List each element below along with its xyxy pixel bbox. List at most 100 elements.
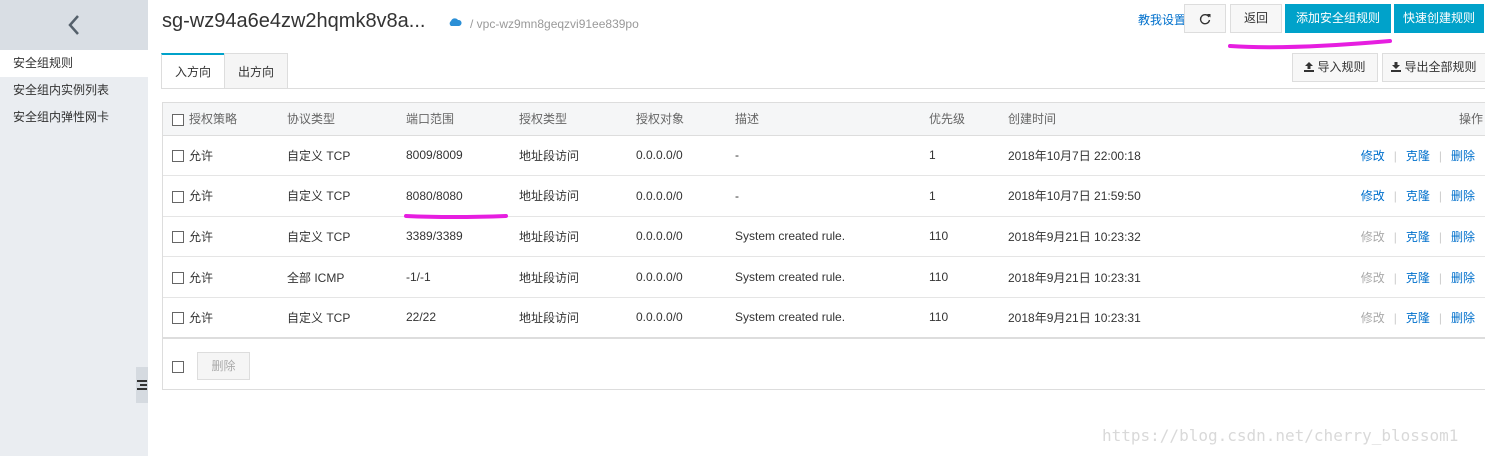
delete-link[interactable]: 删除	[1451, 149, 1475, 163]
sidebar-item-instances[interactable]: 安全组内实例列表	[0, 77, 148, 104]
cell-protocol: 自定义 TCP	[287, 175, 406, 217]
sidebar: 安全组规则 安全组内实例列表 安全组内弹性网卡	[0, 0, 148, 456]
export-rules-label: 导出全部规则	[1404, 60, 1477, 74]
quick-create-button[interactable]: 快速创建规则	[1394, 4, 1484, 33]
cell-actions: 修改 | 克隆 | 删除	[1238, 256, 1485, 298]
col-object: 授权对象	[636, 103, 735, 136]
cell-priority: 110	[929, 256, 1008, 298]
cell-protocol: 自定义 TCP	[287, 216, 406, 258]
cell-priority: 1	[929, 135, 1008, 177]
cell-desc: System created rule.	[735, 216, 929, 258]
cell-auth-type: 地址段访问	[519, 297, 636, 339]
bulk-select-checkbox[interactable]	[172, 361, 184, 373]
vpc-id[interactable]: / vpc-wz9mn8geqzvi91ee839po	[470, 17, 639, 31]
table-row: 允许 自定义 TCP 8009/8009 地址段访问 0.0.0.0/0 - 1…	[163, 135, 1485, 177]
edit-link-disabled: 修改	[1360, 270, 1385, 285]
help-link[interactable]: 教我设置	[1138, 11, 1186, 28]
row-checkbox[interactable]	[172, 271, 184, 284]
menu-collapse-icon	[137, 380, 147, 390]
col-policy: 授权策略	[189, 103, 287, 136]
cell-priority: 1	[929, 175, 1008, 217]
cell-object: 0.0.0.0/0	[636, 135, 735, 177]
row-checkbox[interactable]	[172, 190, 184, 203]
cell-actions: 修改 | 克隆 | 删除	[1238, 175, 1485, 217]
col-actions: 操作	[1238, 103, 1485, 136]
col-auth-type: 授权类型	[519, 103, 636, 136]
cell-created: 2018年9月21日 10:23:31	[1008, 297, 1238, 339]
cell-policy: 允许	[189, 256, 287, 298]
cell-protocol: 全部 ICMP	[287, 256, 406, 298]
add-rule-button[interactable]: 添加安全组规则	[1285, 4, 1391, 33]
cell-protocol: 自定义 TCP	[287, 135, 406, 177]
download-icon	[1391, 61, 1402, 72]
refresh-icon	[1199, 13, 1211, 24]
cell-object: 0.0.0.0/0	[636, 256, 735, 298]
sidebar-item-rules[interactable]: 安全组规则	[0, 50, 148, 77]
clone-link[interactable]: 克隆	[1406, 149, 1430, 163]
row-checkbox[interactable]	[172, 231, 184, 244]
cell-desc: System created rule.	[735, 297, 929, 339]
back-nav-button[interactable]	[0, 0, 148, 50]
cell-port: 8009/8009	[406, 135, 519, 177]
cell-created: 2018年10月7日 22:00:18	[1008, 135, 1238, 177]
tab-outbound[interactable]: 出方向	[224, 53, 288, 89]
bulk-action-bar: 删除	[163, 349, 1485, 389]
row-checkbox[interactable]	[172, 150, 184, 163]
col-created: 创建时间	[1008, 103, 1238, 136]
export-rules-button[interactable]: 导出全部规则	[1382, 53, 1485, 82]
clone-link[interactable]: 克隆	[1406, 271, 1430, 285]
delete-link[interactable]: 删除	[1451, 311, 1475, 325]
cell-desc: System created rule.	[735, 256, 929, 298]
col-protocol: 协议类型	[287, 103, 406, 136]
clone-link[interactable]: 克隆	[1406, 189, 1430, 203]
tab-inbound[interactable]: 入方向	[161, 53, 225, 89]
cell-auth-type: 地址段访问	[519, 175, 636, 217]
bulk-delete-button[interactable]: 删除	[197, 352, 250, 380]
cell-actions: 修改 | 克隆 | 删除	[1238, 297, 1485, 339]
cell-policy: 允许	[189, 135, 287, 177]
table-row: 允许 自定义 TCP 8080/8080 地址段访问 0.0.0.0/0 - 1…	[163, 175, 1485, 217]
cell-created: 2018年9月21日 10:23:31	[1008, 256, 1238, 298]
clone-link[interactable]: 克隆	[1406, 230, 1430, 244]
rules-table: 授权策略 协议类型 端口范围 授权类型 授权对象 描述 优先级 创建时间 操作 …	[162, 102, 1485, 390]
edit-link[interactable]: 修改	[1361, 189, 1385, 203]
import-rules-button[interactable]: 导入规则	[1292, 53, 1378, 82]
cell-policy: 允许	[189, 297, 287, 339]
cell-created: 2018年9月21日 10:23:32	[1008, 216, 1238, 258]
back-button[interactable]: 返回	[1230, 4, 1282, 33]
table-row: 允许 自定义 TCP 3389/3389 地址段访问 0.0.0.0/0 Sys…	[163, 216, 1485, 258]
edit-link[interactable]: 修改	[1361, 149, 1385, 163]
annotation-underline-port	[404, 214, 508, 219]
select-all-checkbox[interactable]	[172, 113, 184, 126]
cell-created: 2018年10月7日 21:59:50	[1008, 175, 1238, 217]
row-checkbox[interactable]	[172, 312, 184, 325]
col-desc: 描述	[735, 103, 929, 136]
edit-link-disabled: 修改	[1360, 229, 1385, 244]
cloud-icon	[449, 18, 462, 26]
clone-link[interactable]: 克隆	[1406, 311, 1430, 325]
upload-icon	[1304, 61, 1315, 72]
cell-priority: 110	[929, 216, 1008, 258]
sidebar-collapse-toggle[interactable]	[136, 367, 148, 403]
table-row: 允许 自定义 TCP 22/22 地址段访问 0.0.0.0/0 System …	[163, 297, 1485, 339]
cell-auth-type: 地址段访问	[519, 216, 636, 258]
cell-port: 3389/3389	[406, 216, 519, 258]
refresh-button[interactable]	[1184, 4, 1226, 33]
sidebar-item-eni[interactable]: 安全组内弹性网卡	[0, 104, 148, 131]
cell-desc: -	[735, 135, 929, 177]
col-port: 端口范围	[406, 103, 519, 136]
cell-actions: 修改 | 克隆 | 删除	[1238, 216, 1485, 258]
cell-auth-type: 地址段访问	[519, 256, 636, 298]
cell-priority: 110	[929, 297, 1008, 339]
cell-auth-type: 地址段访问	[519, 135, 636, 177]
direction-tabs: 入方向 出方向	[161, 53, 288, 89]
watermark: https://blog.csdn.net/cherry_blossom1	[1102, 426, 1459, 445]
cell-port: -1/-1	[406, 256, 519, 298]
delete-link[interactable]: 删除	[1451, 271, 1475, 285]
cell-object: 0.0.0.0/0	[636, 297, 735, 339]
cell-policy: 允许	[189, 175, 287, 217]
delete-link[interactable]: 删除	[1451, 230, 1475, 244]
cell-policy: 允许	[189, 216, 287, 258]
cell-object: 0.0.0.0/0	[636, 216, 735, 258]
delete-link[interactable]: 删除	[1451, 189, 1475, 203]
